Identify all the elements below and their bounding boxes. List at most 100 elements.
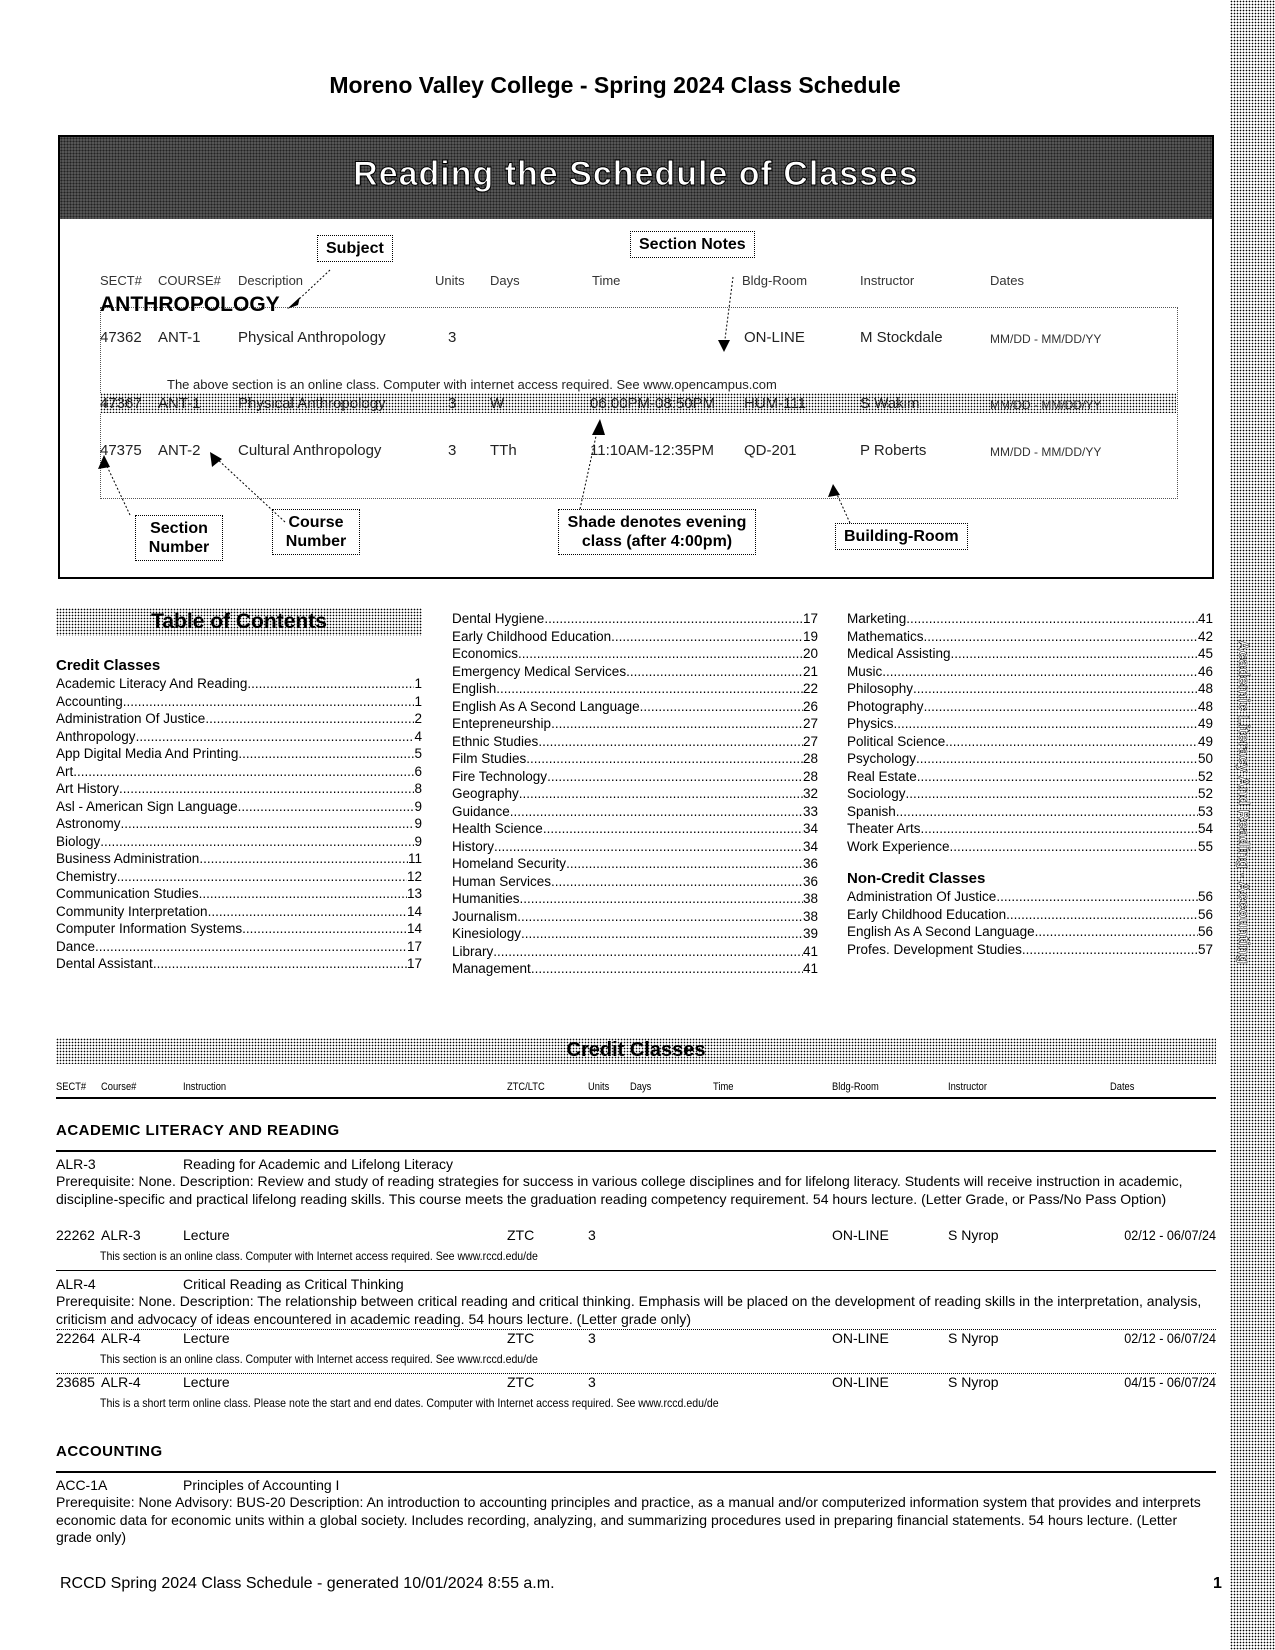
toc-leader bbox=[119, 780, 414, 798]
toc-entry[interactable]: Asl - American Sign Language 9 bbox=[56, 798, 422, 816]
toc-entry[interactable]: Dental Hygiene 17 bbox=[452, 610, 818, 628]
section-instr: Lecture bbox=[183, 1227, 230, 1243]
toc-leader bbox=[238, 745, 414, 763]
toc-entry[interactable]: Management 41 bbox=[452, 960, 818, 978]
sidebar-label: Academic Literacy And Reading - Accounti… bbox=[1235, 640, 1253, 964]
toc-leader bbox=[896, 803, 1198, 821]
toc-entry[interactable]: Sociology 52 bbox=[847, 785, 1213, 803]
toc-leader bbox=[945, 733, 1198, 751]
toc-page: 32 bbox=[802, 786, 818, 801]
toc-entry[interactable]: Work Experience 55 bbox=[847, 838, 1213, 856]
toc-entry[interactable]: Library 41 bbox=[452, 943, 818, 961]
toc-entry[interactable]: Administration Of Justice 56 bbox=[847, 888, 1213, 906]
toc-entry[interactable]: Ethnic Studies 27 bbox=[452, 733, 818, 751]
toc-entry[interactable]: Mathematics 42 bbox=[847, 628, 1213, 646]
toc-entry[interactable]: History 34 bbox=[452, 838, 818, 856]
toc-entry[interactable]: English 22 bbox=[452, 680, 818, 698]
toc-page: 26 bbox=[802, 698, 818, 714]
toc-entry-label: Work Experience bbox=[847, 838, 950, 854]
toc-entry[interactable]: English As A Second Language 56 bbox=[847, 923, 1213, 941]
toc-page: 17 bbox=[406, 956, 422, 971]
course-code: ALR-4 bbox=[56, 1276, 96, 1292]
credit-classes-bar: Credit Classes bbox=[56, 1038, 1216, 1064]
toc-entry-label: Art History bbox=[56, 781, 120, 796]
schedule-page: Moreno Valley College - Spring 2024 Clas… bbox=[0, 0, 1275, 1650]
toc-entry[interactable]: Theater Arts 54 bbox=[847, 820, 1213, 838]
section-room: ON-LINE bbox=[832, 1227, 889, 1243]
toc-entry[interactable]: Communication Studies 13 bbox=[56, 885, 422, 903]
toc-entry[interactable]: Dance 17 bbox=[56, 938, 422, 956]
divider bbox=[56, 1373, 1216, 1374]
toc-entry[interactable]: Human Services 36 bbox=[452, 873, 818, 891]
toc-entry[interactable]: Guidance 33 bbox=[452, 803, 818, 821]
section-sidebar-tab: Academic Literacy And Reading - Accounti… bbox=[1230, 0, 1275, 1650]
toc-entry[interactable]: Economics 20 bbox=[452, 645, 818, 663]
toc-leader bbox=[913, 680, 1198, 698]
toc-entry[interactable]: Medical Assisting 45 bbox=[847, 645, 1213, 663]
toc-entry[interactable]: Health Science 34 bbox=[452, 820, 818, 838]
toc-entry[interactable]: Geography 32 bbox=[452, 785, 818, 803]
toc-entry[interactable]: Political Science 49 bbox=[847, 733, 1213, 751]
section-units: 3 bbox=[588, 1227, 596, 1243]
divider bbox=[56, 1270, 1216, 1271]
toc-page: 39 bbox=[802, 926, 818, 941]
toc-entry[interactable]: Art 6 bbox=[56, 763, 422, 781]
toc-leader bbox=[882, 663, 1198, 681]
toc-entry[interactable]: Music 46 bbox=[847, 663, 1213, 681]
toc-entry[interactable]: English As A Second Language 26 bbox=[452, 698, 818, 716]
toc-entry[interactable]: Chemistry 12 bbox=[56, 868, 422, 886]
toc-entry[interactable]: Administration Of Justice 2 bbox=[56, 710, 422, 728]
toc-entry-label: Human Services bbox=[452, 873, 552, 889]
toc-page: 33 bbox=[802, 803, 818, 819]
column-header: ZTC/LTC bbox=[507, 1081, 545, 1093]
toc-page: 41 bbox=[1197, 611, 1213, 626]
column-header: Course# bbox=[101, 1081, 137, 1093]
toc-entry[interactable]: App Digital Media And Printing 5 bbox=[56, 745, 422, 763]
toc-entry[interactable]: Anthropology 4 bbox=[56, 728, 422, 746]
toc-entry[interactable]: Early Childhood Education 56 bbox=[847, 906, 1213, 924]
toc-entry[interactable]: Business Administration 11 bbox=[56, 850, 422, 868]
toc-leader bbox=[199, 850, 408, 868]
section-ztc: ZTC bbox=[507, 1374, 535, 1390]
toc-entry[interactable]: Profes. Development Studies 57 bbox=[847, 941, 1213, 959]
toc-entry[interactable]: Real Estate 52 bbox=[847, 768, 1213, 786]
toc-entry[interactable]: Marketing 41 bbox=[847, 610, 1213, 628]
toc-entry[interactable]: Art History 8 bbox=[56, 780, 422, 798]
toc-entry-label: Marketing bbox=[847, 611, 907, 626]
course-title: Reading for Academic and Lifelong Litera… bbox=[183, 1156, 454, 1172]
toc-page: 36 bbox=[802, 873, 818, 889]
toc-entry[interactable]: Homeland Security 36 bbox=[452, 855, 818, 873]
toc-entry-label: Theater Arts bbox=[847, 821, 921, 836]
toc-entry[interactable]: Academic Literacy And Reading 1 bbox=[56, 675, 422, 693]
section-ztc: ZTC bbox=[507, 1330, 535, 1346]
toc-leader bbox=[494, 838, 803, 856]
toc-page: 52 bbox=[1197, 786, 1213, 801]
toc-entry[interactable]: Dental Assistant 17 bbox=[56, 955, 422, 973]
toc-entry[interactable]: Accounting 1 bbox=[56, 693, 422, 711]
toc-entry[interactable]: Psychology 50 bbox=[847, 750, 1213, 768]
toc-entry[interactable]: Physics 49 bbox=[847, 715, 1213, 733]
toc-page: 9 bbox=[414, 833, 422, 849]
toc-page: 52 bbox=[1197, 768, 1213, 784]
toc-page: 27 bbox=[802, 733, 818, 749]
toc-entry[interactable]: Emergency Medical Services 21 bbox=[452, 663, 818, 681]
toc-entry[interactable]: Humanities 38 bbox=[452, 890, 818, 908]
toc-entry[interactable]: Community Interpretation 14 bbox=[56, 903, 422, 921]
toc-entry[interactable]: Entepreneurship 27 bbox=[452, 715, 818, 733]
toc-entry[interactable]: Computer Information Systems 14 bbox=[56, 920, 422, 938]
toc-entry[interactable]: Biology 9 bbox=[56, 833, 422, 851]
toc-leader bbox=[121, 815, 415, 833]
toc-entry[interactable]: Astronomy 9 bbox=[56, 815, 422, 833]
toc-entry[interactable]: Journalism 38 bbox=[452, 908, 818, 926]
section-room: ON-LINE bbox=[832, 1374, 889, 1390]
toc-entry[interactable]: Photography 48 bbox=[847, 698, 1213, 716]
toc-entry[interactable]: Film Studies 28 bbox=[452, 750, 818, 768]
toc-entry[interactable]: Early Childhood Education 19 bbox=[452, 628, 818, 646]
toc-page: 56 bbox=[1197, 889, 1213, 904]
toc-page: 14 bbox=[406, 903, 422, 919]
toc-entry[interactable]: Spanish 53 bbox=[847, 803, 1213, 821]
toc-entry[interactable]: Fire Technology 28 bbox=[452, 768, 818, 786]
toc-entry[interactable]: Kinesiology 39 bbox=[452, 925, 818, 943]
toc-entry[interactable]: Philosophy 48 bbox=[847, 680, 1213, 698]
column-header: Units bbox=[588, 1081, 610, 1093]
